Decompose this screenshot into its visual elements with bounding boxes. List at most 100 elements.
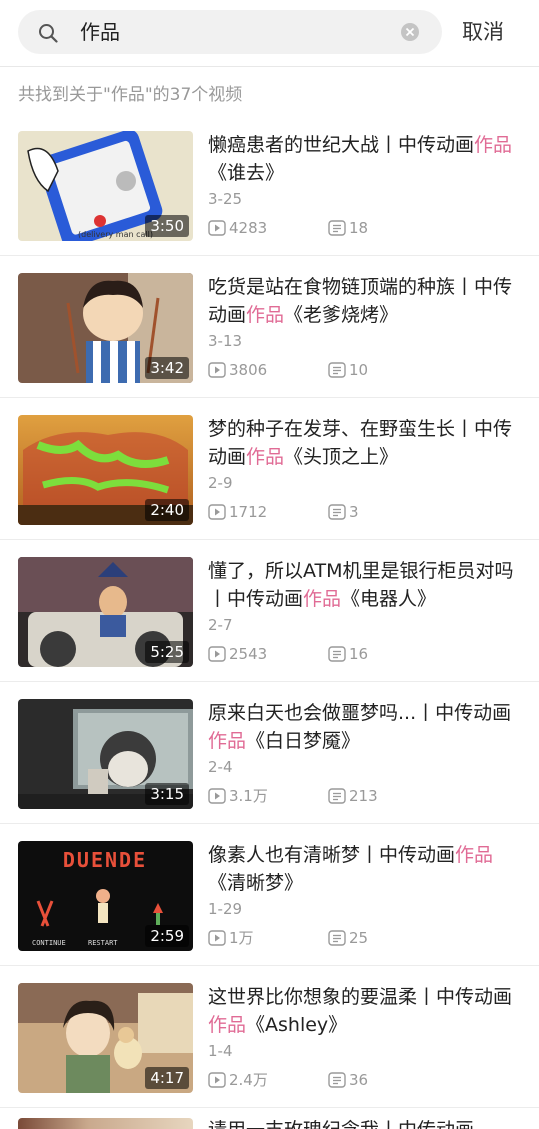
thumb-caption-right: RESTART	[88, 939, 118, 947]
title-text: 《白日梦魇》	[246, 730, 361, 752]
video-duration: 3:50	[145, 215, 189, 237]
video-thumbnail[interactable]: 2:40	[18, 415, 193, 525]
video-item-partial[interactable]: 请用一支玫瑰纪念我丨中传动画	[0, 1114, 539, 1129]
video-thumbnail[interactable]	[18, 1118, 193, 1129]
title-highlight: 作品	[303, 588, 342, 610]
play-count-value: 2.4万	[229, 1071, 268, 1089]
title-text: 像素人也有清晰梦丨中传动画	[208, 844, 456, 866]
thumb-overlay-text: DUENDE	[63, 848, 147, 872]
play-count: 2.4万	[208, 1068, 268, 1092]
title-highlight: 作品	[246, 304, 285, 326]
video-item[interactable]: 2:40 梦的种子在发芽、在野蛮生长丨中传动画作品《头顶之上》 2-9 1712…	[0, 398, 539, 540]
play-icon	[208, 646, 226, 662]
play-icon	[208, 362, 226, 378]
play-icon	[208, 788, 226, 804]
comment-count: 25	[328, 926, 368, 950]
comment-count: 213	[328, 784, 378, 808]
comment-count-value: 18	[349, 219, 369, 237]
video-date: 2-9	[208, 474, 233, 492]
video-thumbnail[interactable]: DUENDE CONTINUE RESTART 2:59	[18, 841, 193, 951]
title-text: 《电器人》	[341, 588, 437, 610]
play-count-value: 2543	[229, 645, 268, 663]
play-count: 1万	[208, 926, 254, 950]
video-title[interactable]: 梦的种子在发芽、在野蛮生长丨中传动画作品《头顶之上》	[208, 415, 518, 471]
video-duration: 5:25	[145, 641, 189, 663]
play-count: 2543	[208, 642, 267, 666]
play-icon	[208, 1072, 226, 1088]
video-title[interactable]: 像素人也有清晰梦丨中传动画作品《清晰梦》	[208, 841, 518, 897]
video-stats: 2.4万 36	[208, 1068, 518, 1092]
video-item[interactable]: 5:25 懂了，所以ATM机里是银行柜员对吗丨中传动画作品《电器人》 2-7 2…	[0, 540, 539, 682]
title-text: 这世界比你想象的要温柔丨中传动画	[208, 986, 513, 1008]
play-count-value: 1712	[229, 503, 268, 521]
title-highlight: 作品	[208, 730, 247, 752]
video-duration: 3:15	[145, 783, 189, 805]
comment-icon	[328, 362, 346, 378]
video-title[interactable]: 吃货是站在食物链顶端的种族丨中传动画作品《老爹烧烤》	[208, 273, 518, 329]
video-item[interactable]: 3:15 原来白天也会做噩梦吗...丨中传动画作品《白日梦魇》 2-4 3.1万…	[0, 682, 539, 824]
video-title[interactable]: 懒癌患者的世纪大战丨中传动画作品《谁去》	[208, 131, 518, 187]
video-date: 3-13	[208, 332, 243, 350]
play-icon	[208, 930, 226, 946]
comment-icon	[328, 930, 346, 946]
title-text: 《谁去》	[208, 162, 285, 184]
video-title[interactable]: 请用一支玫瑰纪念我丨中传动画	[208, 1116, 518, 1129]
comment-count-value: 10	[349, 361, 369, 379]
video-stats: 4283 18	[208, 216, 518, 240]
video-thumbnail[interactable]: 5:25	[18, 557, 193, 667]
video-item[interactable]: 4:17 这世界比你想象的要温柔丨中传动画作品《Ashley》 1-4 2.4万…	[0, 966, 539, 1108]
search-box[interactable]: 作品	[18, 10, 442, 54]
video-date: 1-4	[208, 1042, 233, 1060]
video-stats: 1712 3	[208, 500, 518, 524]
comment-count-value: 36	[349, 1071, 369, 1089]
play-count: 1712	[208, 500, 267, 524]
video-date: 1-29	[208, 900, 243, 918]
video-duration: 3:42	[145, 357, 189, 379]
search-icon	[39, 24, 58, 43]
comment-count: 36	[328, 1068, 368, 1092]
video-date: 2-4	[208, 758, 233, 776]
video-stats: 2543 16	[208, 642, 518, 666]
play-count-value: 1万	[229, 929, 254, 947]
comment-count: 3	[328, 500, 359, 524]
comment-icon	[328, 646, 346, 662]
video-stats: 1万 25	[208, 926, 518, 950]
play-count-value: 3.1万	[229, 787, 268, 805]
video-thumbnail[interactable]: 4:17	[18, 983, 193, 1093]
title-text: 《头顶之上》	[284, 446, 399, 468]
search-input[interactable]: 作品	[80, 18, 120, 46]
video-title[interactable]: 原来白天也会做噩梦吗...丨中传动画作品《白日梦魇》	[208, 699, 518, 755]
video-duration: 2:40	[145, 499, 189, 521]
comment-icon	[328, 788, 346, 804]
title-highlight: 作品	[246, 446, 285, 468]
title-text: 《清晰梦》	[208, 872, 304, 894]
comment-count: 10	[328, 358, 368, 382]
cancel-button[interactable]: 取消	[462, 16, 504, 48]
video-title[interactable]: 这世界比你想象的要温柔丨中传动画作品《Ashley》	[208, 983, 518, 1039]
comment-count-value: 3	[349, 503, 359, 521]
comment-count-value: 25	[349, 929, 369, 947]
thumb-overlay-text: (delivery man call)	[78, 230, 153, 239]
video-item[interactable]: 3:42 吃货是站在食物链顶端的种族丨中传动画作品《老爹烧烤》 3-13 380…	[0, 256, 539, 398]
result-summary: 共找到关于"作品"的37个视频	[18, 85, 243, 105]
play-icon	[208, 220, 226, 236]
video-duration: 2:59	[145, 925, 189, 947]
thumb-caption-left: CONTINUE	[32, 939, 66, 947]
title-text: 《Ashley》	[246, 1014, 348, 1036]
title-highlight: 作品	[474, 134, 513, 156]
video-thumbnail[interactable]: (delivery man call) 3:50	[18, 131, 193, 241]
video-item[interactable]: DUENDE CONTINUE RESTART 2:59 像素人也有清晰梦丨中传…	[0, 824, 539, 966]
comment-icon	[328, 504, 346, 520]
play-count-value: 4283	[229, 219, 268, 237]
play-count: 3806	[208, 358, 267, 382]
comment-icon	[328, 220, 346, 236]
video-thumbnail[interactable]: 3:42	[18, 273, 193, 383]
video-thumbnail[interactable]: 3:15	[18, 699, 193, 809]
video-item[interactable]: (delivery man call) 3:50 懒癌患者的世纪大战丨中传动画作…	[0, 114, 539, 256]
play-count-value: 3806	[229, 361, 268, 379]
video-duration: 4:17	[145, 1067, 189, 1089]
video-date: 3-25	[208, 190, 243, 208]
video-title[interactable]: 懂了，所以ATM机里是银行柜员对吗丨中传动画作品《电器人》	[208, 557, 518, 613]
clear-icon[interactable]	[400, 22, 420, 42]
play-count: 4283	[208, 216, 267, 240]
